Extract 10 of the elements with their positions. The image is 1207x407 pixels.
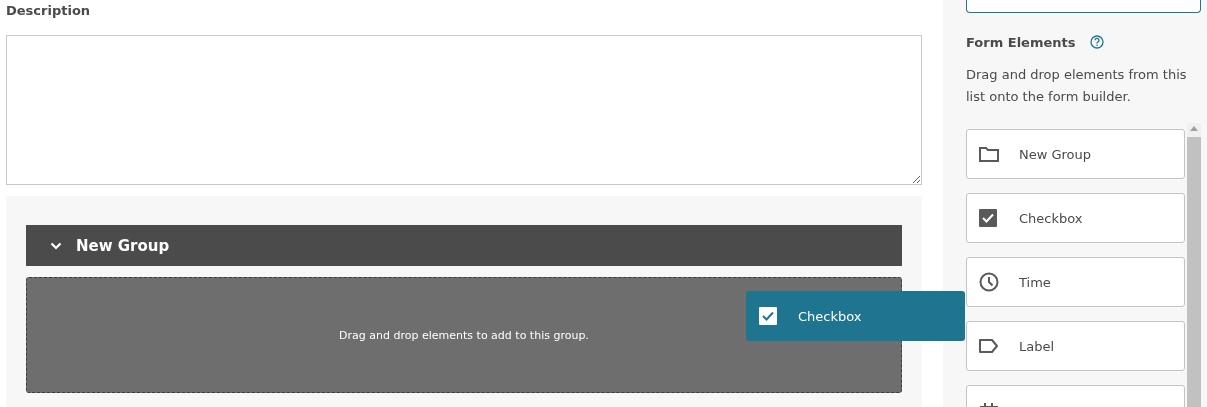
field-label: Description [6,2,92,20]
panel-title: Form Elements [966,34,1076,50]
form-element-item[interactable]: Time [966,257,1185,307]
drop-hint: Drag and drop elements to add to this group. [339,328,589,342]
drag-preview: Checkbox [746,291,965,341]
help-text: Drag and drop elements from this list onto the form builder. [966,66,1188,106]
form-element-item[interactable]: New Group [966,129,1185,179]
form-element-item[interactable]: Checkbox [966,193,1185,243]
group-header[interactable]: New Group [26,225,902,266]
form-element-item[interactable]: Label [966,321,1185,371]
